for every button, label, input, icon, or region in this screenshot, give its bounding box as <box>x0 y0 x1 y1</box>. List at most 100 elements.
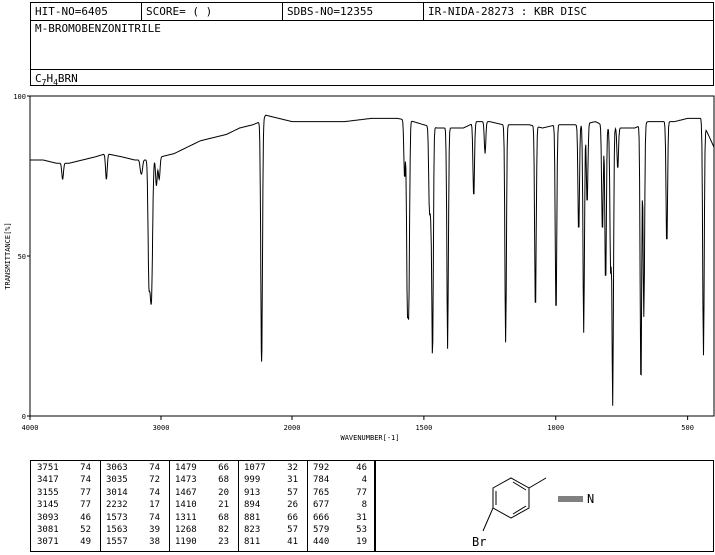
peak-wavenumber: 2232 <box>106 500 128 511</box>
peak-transmittance: 53 <box>356 525 367 535</box>
peak-row: 765 77 <box>307 488 375 499</box>
peak-wavenumber: 3063 <box>106 463 128 473</box>
bromine-label: Br <box>472 535 486 549</box>
peak-column: 1479 66 1473 68 1467 20 1410 21 1311 68 1268 82 1190… <box>169 463 237 551</box>
peak-wavenumber: 3417 <box>37 475 59 486</box>
peak-transmittance: 8 <box>361 500 367 511</box>
peak-wavenumber: 3014 <box>106 487 128 498</box>
peak-column: 1077 32 999 31 913 57 894 26 881 66 823 57 811 41 <box>238 463 306 551</box>
peak-transmittance: 77 <box>80 487 91 498</box>
peak-row: 784 4 <box>307 475 375 486</box>
peak-transmittance: 41 <box>287 537 298 548</box>
x-tick-label: 500 <box>681 424 694 432</box>
peak-transmittance: 68 <box>218 512 229 523</box>
peak-transmittance: 4 <box>361 475 367 486</box>
peak-transmittance: 72 <box>149 475 160 486</box>
peak-wavenumber: 1268 <box>175 525 197 535</box>
x-tick-label: 1500 <box>415 424 432 432</box>
y-tick-label: 50 <box>18 253 26 261</box>
peak-row: 1473 68 <box>169 475 237 486</box>
peak-wavenumber: 1557 <box>106 537 128 548</box>
peak-wavenumber: 3145 <box>37 500 59 511</box>
peak-transmittance: 46 <box>356 463 367 473</box>
peak-wavenumber: 1311 <box>175 512 197 523</box>
peak-row: 1311 68 <box>169 513 237 524</box>
y-tick-label: 0 <box>22 413 26 421</box>
peak-row: 3071 49 <box>31 537 99 548</box>
peak-row: 1190 23 <box>169 537 237 548</box>
peak-wavenumber: 811 <box>244 537 261 548</box>
molecule-structure: Br N <box>472 477 594 549</box>
peak-row: 1479 66 <box>169 463 237 474</box>
peak-transmittance: 32 <box>287 463 298 473</box>
x-tick-label: 4000 <box>22 424 39 432</box>
peak-row: 1557 38 <box>100 537 168 548</box>
x-axis-label: WAVENUMBER[-1] <box>340 434 399 442</box>
peak-row: 677 8 <box>307 500 375 511</box>
peak-row: 2232 17 <box>100 500 168 511</box>
x-tick-label: 1000 <box>547 424 564 432</box>
peak-row: 894 26 <box>238 500 306 511</box>
peak-wavenumber: 440 <box>313 537 330 548</box>
peak-row: 3014 74 <box>100 488 168 499</box>
peak-transmittance: 74 <box>80 463 91 473</box>
peak-transmittance: 68 <box>218 475 229 486</box>
peak-transmittance: 82 <box>218 525 229 535</box>
peak-wavenumber: 666 <box>313 512 330 523</box>
peak-transmittance: 31 <box>356 512 367 523</box>
peak-row: 1077 32 <box>238 463 306 474</box>
peak-row: 666 31 <box>307 513 375 524</box>
peak-transmittance: 23 <box>218 537 229 548</box>
peak-transmittance: 39 <box>149 525 160 535</box>
peak-transmittance: 74 <box>149 512 160 523</box>
peak-row: 3063 74 <box>100 463 168 474</box>
spectrum-trace <box>30 114 715 406</box>
peak-row: 823 57 <box>238 525 306 536</box>
peak-wavenumber: 792 <box>313 463 330 473</box>
peak-row: 3417 74 <box>31 475 99 486</box>
peak-wavenumber: 3035 <box>106 475 128 486</box>
peak-transmittance: 38 <box>149 537 160 548</box>
peak-wavenumber: 784 <box>313 475 330 486</box>
peak-column: 3063 74 3035 72 3014 74 2232 17 1573 74 1563 39 1557… <box>100 463 168 551</box>
peak-row: 881 66 <box>238 513 306 524</box>
peak-wavenumber: 881 <box>244 512 261 523</box>
peak-wavenumber: 1473 <box>175 475 197 486</box>
peak-wavenumber: 765 <box>313 487 330 498</box>
peak-row: 792 46 <box>307 463 375 474</box>
peak-row: 1268 82 <box>169 525 237 536</box>
peak-transmittance: 57 <box>287 487 298 498</box>
peak-wavenumber: 1190 <box>175 537 197 548</box>
peak-transmittance: 77 <box>356 487 367 498</box>
peak-transmittance: 20 <box>218 487 229 498</box>
peak-wavenumber: 1410 <box>175 500 197 511</box>
peak-transmittance: 66 <box>287 512 298 523</box>
peak-wavenumber: 3093 <box>37 512 59 523</box>
peak-wavenumber: 1077 <box>244 463 266 473</box>
peak-row: 1410 21 <box>169 500 237 511</box>
peak-row: 1563 39 <box>100 525 168 536</box>
peak-transmittance: 74 <box>149 487 160 498</box>
peak-wavenumber: 677 <box>313 500 330 511</box>
peak-row: 811 41 <box>238 537 306 548</box>
peak-wavenumber: 3081 <box>37 525 59 535</box>
peak-row: 3155 77 <box>31 488 99 499</box>
peak-row: 3035 72 <box>100 475 168 486</box>
peak-row: 579 53 <box>307 525 375 536</box>
peak-transmittance: 57 <box>287 525 298 535</box>
peak-column: 792 46 784 4 765 77 677 8 666 31 579 53 440 19 <box>307 463 375 551</box>
x-tick-label: 2000 <box>284 424 301 432</box>
peak-transmittance: 66 <box>218 463 229 473</box>
structure-box: Br N <box>375 460 714 552</box>
peak-row: 913 57 <box>238 488 306 499</box>
peak-transmittance: 21 <box>218 500 229 511</box>
peak-wavenumber: 1479 <box>175 463 197 473</box>
peak-wavenumber: 579 <box>313 525 330 535</box>
y-tick-label: 100 <box>13 93 26 101</box>
x-tick-label: 3000 <box>153 424 170 432</box>
peak-transmittance: 46 <box>80 512 91 523</box>
peak-transmittance: 26 <box>287 500 298 511</box>
peak-transmittance: 19 <box>356 537 367 548</box>
peak-table: 3751 74 3417 74 3155 77 3145 77 3093 46 3081 52 3071… <box>30 460 375 552</box>
peak-wavenumber: 3751 <box>37 463 59 473</box>
